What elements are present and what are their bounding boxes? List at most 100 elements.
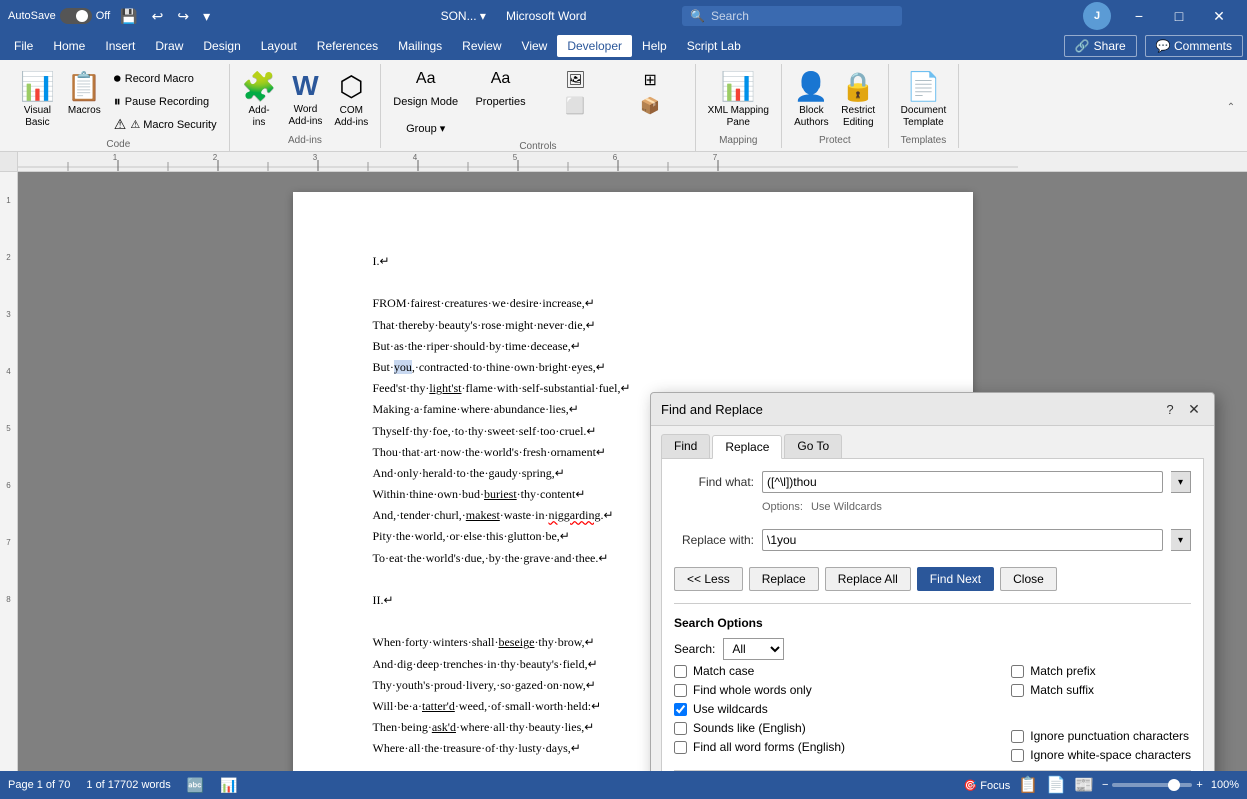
redo-icon[interactable]: ↪: [173, 6, 193, 27]
menu-file[interactable]: File: [4, 35, 43, 57]
menu-layout[interactable]: Layout: [251, 35, 307, 57]
code-group-content: 📊 VisualBasic 📋 Macros ⏺ Record Macro ⏸ …: [16, 64, 221, 135]
block-authors-button[interactable]: 👤 BlockAuthors: [790, 68, 833, 131]
match-case-checkbox[interactable]: Match case: [674, 664, 845, 678]
share-button[interactable]: 🔗 Share: [1064, 35, 1137, 57]
spelling-icon[interactable]: 🔤: [187, 777, 204, 794]
find-all-word-forms-input[interactable]: [674, 741, 687, 754]
replace-button[interactable]: Replace: [749, 567, 819, 591]
title-bar-right: J − □ ✕: [902, 0, 1239, 32]
zoom-thumb: [1168, 779, 1180, 791]
xml-mapping-button[interactable]: 📊 XML MappingPane: [704, 68, 773, 131]
record-macro-button[interactable]: ⏺ Record Macro: [110, 68, 221, 89]
ctrl-bottom-1[interactable]: ⬜: [539, 94, 612, 118]
undo-icon[interactable]: ↩: [148, 6, 168, 27]
ignore-whitespace-input[interactable]: [1011, 749, 1024, 762]
add-ins-label: Add-ins: [248, 105, 269, 129]
tracking-icon[interactable]: 📊: [220, 777, 237, 794]
search-field-label: Search:: [674, 642, 715, 656]
design-mode-button[interactable]: Design Mode: [389, 94, 462, 110]
dialog-main-buttons: << Less Replace Replace All Find Next Cl…: [674, 559, 1191, 595]
dialog-close-action[interactable]: Close: [1000, 567, 1057, 591]
tab-find[interactable]: Find: [661, 434, 710, 458]
menu-design[interactable]: Design: [193, 35, 250, 57]
com-addins-icon: ⬡: [339, 70, 363, 103]
find-what-dropdown[interactable]: ▾: [1171, 471, 1191, 493]
less-button[interactable]: << Less: [674, 567, 743, 591]
match-suffix-checkbox[interactable]: Match suffix: [1011, 683, 1191, 697]
addins-group-content: 🧩 Add-ins W WordAdd-ins ⬡ COMAdd-ins: [238, 64, 373, 131]
search-input[interactable]: [711, 9, 894, 23]
ctrl-bottom-2[interactable]: 📦: [614, 94, 687, 118]
macros-button[interactable]: 📋 Macros: [63, 68, 106, 119]
menu-scriptlab[interactable]: Script Lab: [677, 35, 751, 57]
customize-icon[interactable]: ▾: [199, 6, 214, 27]
menu-developer[interactable]: Developer: [557, 35, 632, 57]
menu-mailings[interactable]: Mailings: [388, 35, 452, 57]
zoom-out-button[interactable]: −: [1102, 779, 1108, 791]
dialog-close-button[interactable]: ✕: [1184, 399, 1204, 419]
ignore-whitespace-checkbox[interactable]: Ignore white-space characters: [1011, 748, 1191, 762]
search-bar[interactable]: 🔍: [682, 6, 902, 26]
restrict-editing-button[interactable]: 🔒 RestrictEditing: [837, 68, 880, 131]
ignore-whitespace-label: Ignore white-space characters: [1030, 748, 1191, 762]
properties-button[interactable]: Properties: [464, 94, 537, 110]
pause-recording-button[interactable]: ⏸ Pause Recording: [110, 91, 221, 112]
view-mode-3[interactable]: 📰: [1074, 775, 1094, 795]
ctrl-btn-2[interactable]: Aa: [464, 68, 537, 90]
use-wildcards-input[interactable]: [674, 703, 687, 716]
sounds-like-input[interactable]: [674, 722, 687, 735]
find-next-button[interactable]: Find Next: [917, 567, 994, 591]
word-addins-button[interactable]: W WordAdd-ins: [284, 68, 326, 130]
menu-insert[interactable]: Insert: [95, 35, 145, 57]
replace-with-input[interactable]: [762, 529, 1163, 551]
autosave-toggle[interactable]: [60, 8, 92, 24]
ctrl-image-btn[interactable]: 🖼: [539, 68, 612, 92]
match-prefix-checkbox[interactable]: Match prefix: [1011, 664, 1191, 678]
match-prefix-input[interactable]: [1011, 665, 1024, 678]
dialog-help-button[interactable]: ?: [1160, 399, 1180, 419]
find-whole-words-checkbox[interactable]: Find whole words only: [674, 683, 845, 697]
view-mode-2[interactable]: 📄: [1046, 775, 1066, 795]
visual-basic-button[interactable]: 📊 VisualBasic: [16, 68, 59, 131]
close-button[interactable]: ✕: [1199, 0, 1239, 32]
com-addins-button[interactable]: ⬡ COMAdd-ins: [330, 68, 372, 131]
svg-text:2: 2: [213, 153, 218, 162]
maximize-button[interactable]: □: [1159, 0, 1199, 32]
menu-references[interactable]: References: [307, 35, 388, 57]
add-ins-button[interactable]: 🧩 Add-ins: [238, 68, 281, 131]
tab-replace[interactable]: Replace: [712, 435, 782, 459]
svg-text:7: 7: [713, 153, 718, 162]
find-whole-words-input[interactable]: [674, 684, 687, 697]
menu-help[interactable]: Help: [632, 35, 677, 57]
group-button[interactable]: Group ▾: [389, 120, 462, 137]
match-case-input[interactable]: [674, 665, 687, 678]
ignore-punctuation-checkbox[interactable]: Ignore punctuation characters: [1011, 729, 1191, 743]
ctrl-table-btn[interactable]: ⊞: [614, 68, 687, 92]
zoom-in-button[interactable]: +: [1196, 779, 1202, 791]
ribbon-collapse-button[interactable]: ⌃: [1223, 100, 1239, 115]
menu-home[interactable]: Home: [43, 35, 95, 57]
menu-review[interactable]: Review: [452, 35, 511, 57]
view-mode-1[interactable]: 📋: [1018, 775, 1038, 795]
find-what-input[interactable]: [762, 471, 1163, 493]
ignore-punctuation-input[interactable]: [1011, 730, 1024, 743]
replace-all-button[interactable]: Replace All: [825, 567, 911, 591]
replace-with-dropdown[interactable]: ▾: [1171, 529, 1191, 551]
ctrl-btn-1[interactable]: Aa: [389, 68, 462, 90]
macro-security-button[interactable]: ⚠ ⚠ Macro Security: [110, 114, 221, 135]
minimize-button[interactable]: −: [1119, 0, 1159, 32]
tab-goto[interactable]: Go To: [784, 434, 842, 458]
menu-view[interactable]: View: [512, 35, 558, 57]
save-icon[interactable]: 💾: [116, 6, 141, 27]
use-wildcards-checkbox[interactable]: Use wildcards: [674, 702, 845, 716]
focus-button[interactable]: 🎯 Focus: [964, 779, 1011, 792]
find-all-word-forms-checkbox[interactable]: Find all word forms (English): [674, 740, 845, 754]
sounds-like-checkbox[interactable]: Sounds like (English): [674, 721, 845, 735]
match-suffix-input[interactable]: [1011, 684, 1024, 697]
comments-button[interactable]: 💬 Comments: [1145, 35, 1243, 57]
menu-draw[interactable]: Draw: [145, 35, 193, 57]
document-template-button[interactable]: 📄 DocumentTemplate: [897, 68, 951, 131]
search-direction-select[interactable]: All Up Down: [723, 638, 784, 660]
zoom-slider[interactable]: [1112, 783, 1192, 787]
